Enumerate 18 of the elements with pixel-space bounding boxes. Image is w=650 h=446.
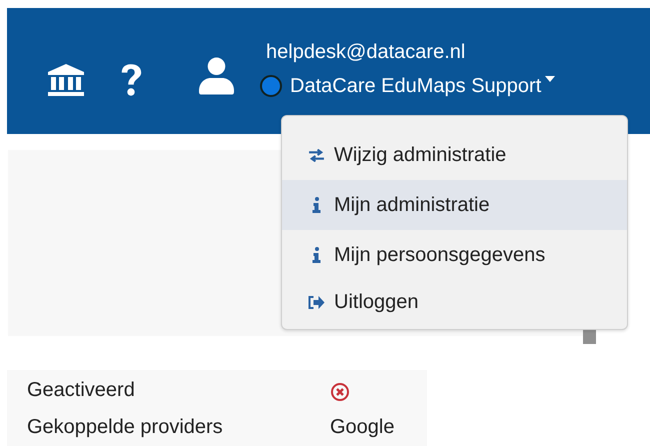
- field-label: Gekoppelde providers: [27, 416, 224, 438]
- user-email: helpdesk@datacare.nl: [266, 40, 466, 65]
- help-icon[interactable]: [119, 63, 143, 97]
- menu-item[interactable]: Mijn administratie: [282, 180, 627, 230]
- sign-out-icon: [308, 296, 325, 308]
- menu-item[interactable]: Mijn persoonsgegevens: [282, 230, 627, 280]
- swap-arrows-icon: [308, 148, 325, 162]
- menu-item[interactable]: Uitloggen: [282, 280, 627, 324]
- info-icon: [312, 247, 321, 263]
- menu-item[interactable]: Wijzig administratie: [282, 130, 627, 180]
- caret-icon: [545, 76, 556, 82]
- bank-icon[interactable]: [47, 63, 85, 97]
- organization-dropdown[interactable]: DataCare EduMaps Support: [260, 73, 556, 99]
- info-icon: [312, 197, 321, 213]
- field-label: Geactiveerd: [27, 378, 136, 402]
- user-icon[interactable]: [199, 57, 234, 95]
- field-value: Google: [330, 416, 394, 438]
- status-dot-icon: [260, 75, 282, 97]
